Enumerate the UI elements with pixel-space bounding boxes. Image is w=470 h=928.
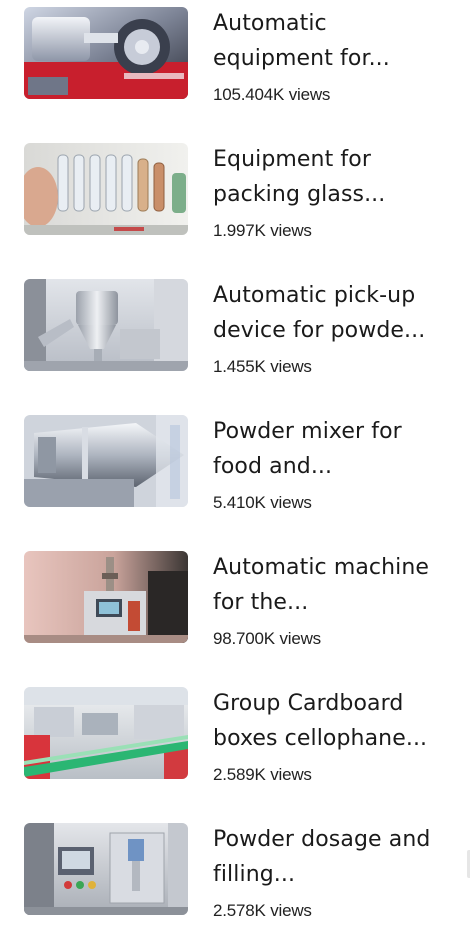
video-item-6[interactable]: Group Cardboard boxes cellophane... 2.58… [24,680,454,792]
view-count: 2.578K views [213,901,312,920]
video-title[interactable]: Group Cardboard boxes cellophane... [213,686,453,756]
automatic-equipment-thumbnail [24,7,188,99]
view-count: 1.455K views [213,357,312,376]
video-thumbnail-4[interactable] [24,415,188,507]
video-thumbnail-2[interactable] [24,143,188,235]
view-count: 98.700K views [213,629,321,648]
video-item-2[interactable]: Equipment for packing glass... 1.997K vi… [24,136,454,248]
view-count: 5.410K views [213,493,312,512]
video-thumbnail-1[interactable] [24,7,188,99]
automatic-machine-thumbnail [24,551,188,643]
video-list: Automatic equipment for... 105.404K view… [0,0,470,927]
video-title[interactable]: Powder dosage and filling... [213,822,453,892]
view-count: 105.404K views [213,85,331,104]
pick-up-device-thumbnail [24,279,188,371]
video-item-7[interactable]: Powder dosage and filling... 2.578K view… [24,816,454,928]
view-count: 2.589K views [213,765,312,784]
powder-dosage-thumbnail [24,823,188,915]
video-item-1[interactable]: Automatic equipment for... 105.404K view… [24,0,454,112]
cardboard-boxes-thumbnail [24,687,188,779]
video-title[interactable]: Automatic equipment for... [213,6,453,76]
video-thumbnail-6[interactable] [24,687,188,779]
video-thumbnail-3[interactable] [24,279,188,371]
video-item-4[interactable]: Powder mixer for food and... 5.410K view… [24,408,454,520]
view-count: 1.997K views [213,221,312,240]
video-title[interactable]: Powder mixer for food and... [213,414,453,484]
powder-mixer-thumbnail [24,415,188,507]
video-title[interactable]: Equipment for packing glass... [213,142,453,212]
video-thumbnail-7[interactable] [24,823,188,915]
glass-ampoules-thumbnail [24,143,188,235]
video-item-3[interactable]: Automatic pick-up device for powde... 1.… [24,272,454,384]
video-thumbnail-5[interactable] [24,551,188,643]
video-title[interactable]: Automatic machine for the... [213,550,453,620]
video-item-5[interactable]: Automatic machine for the... 98.700K vie… [24,544,454,656]
video-title[interactable]: Automatic pick-up device for powde... [213,278,453,348]
